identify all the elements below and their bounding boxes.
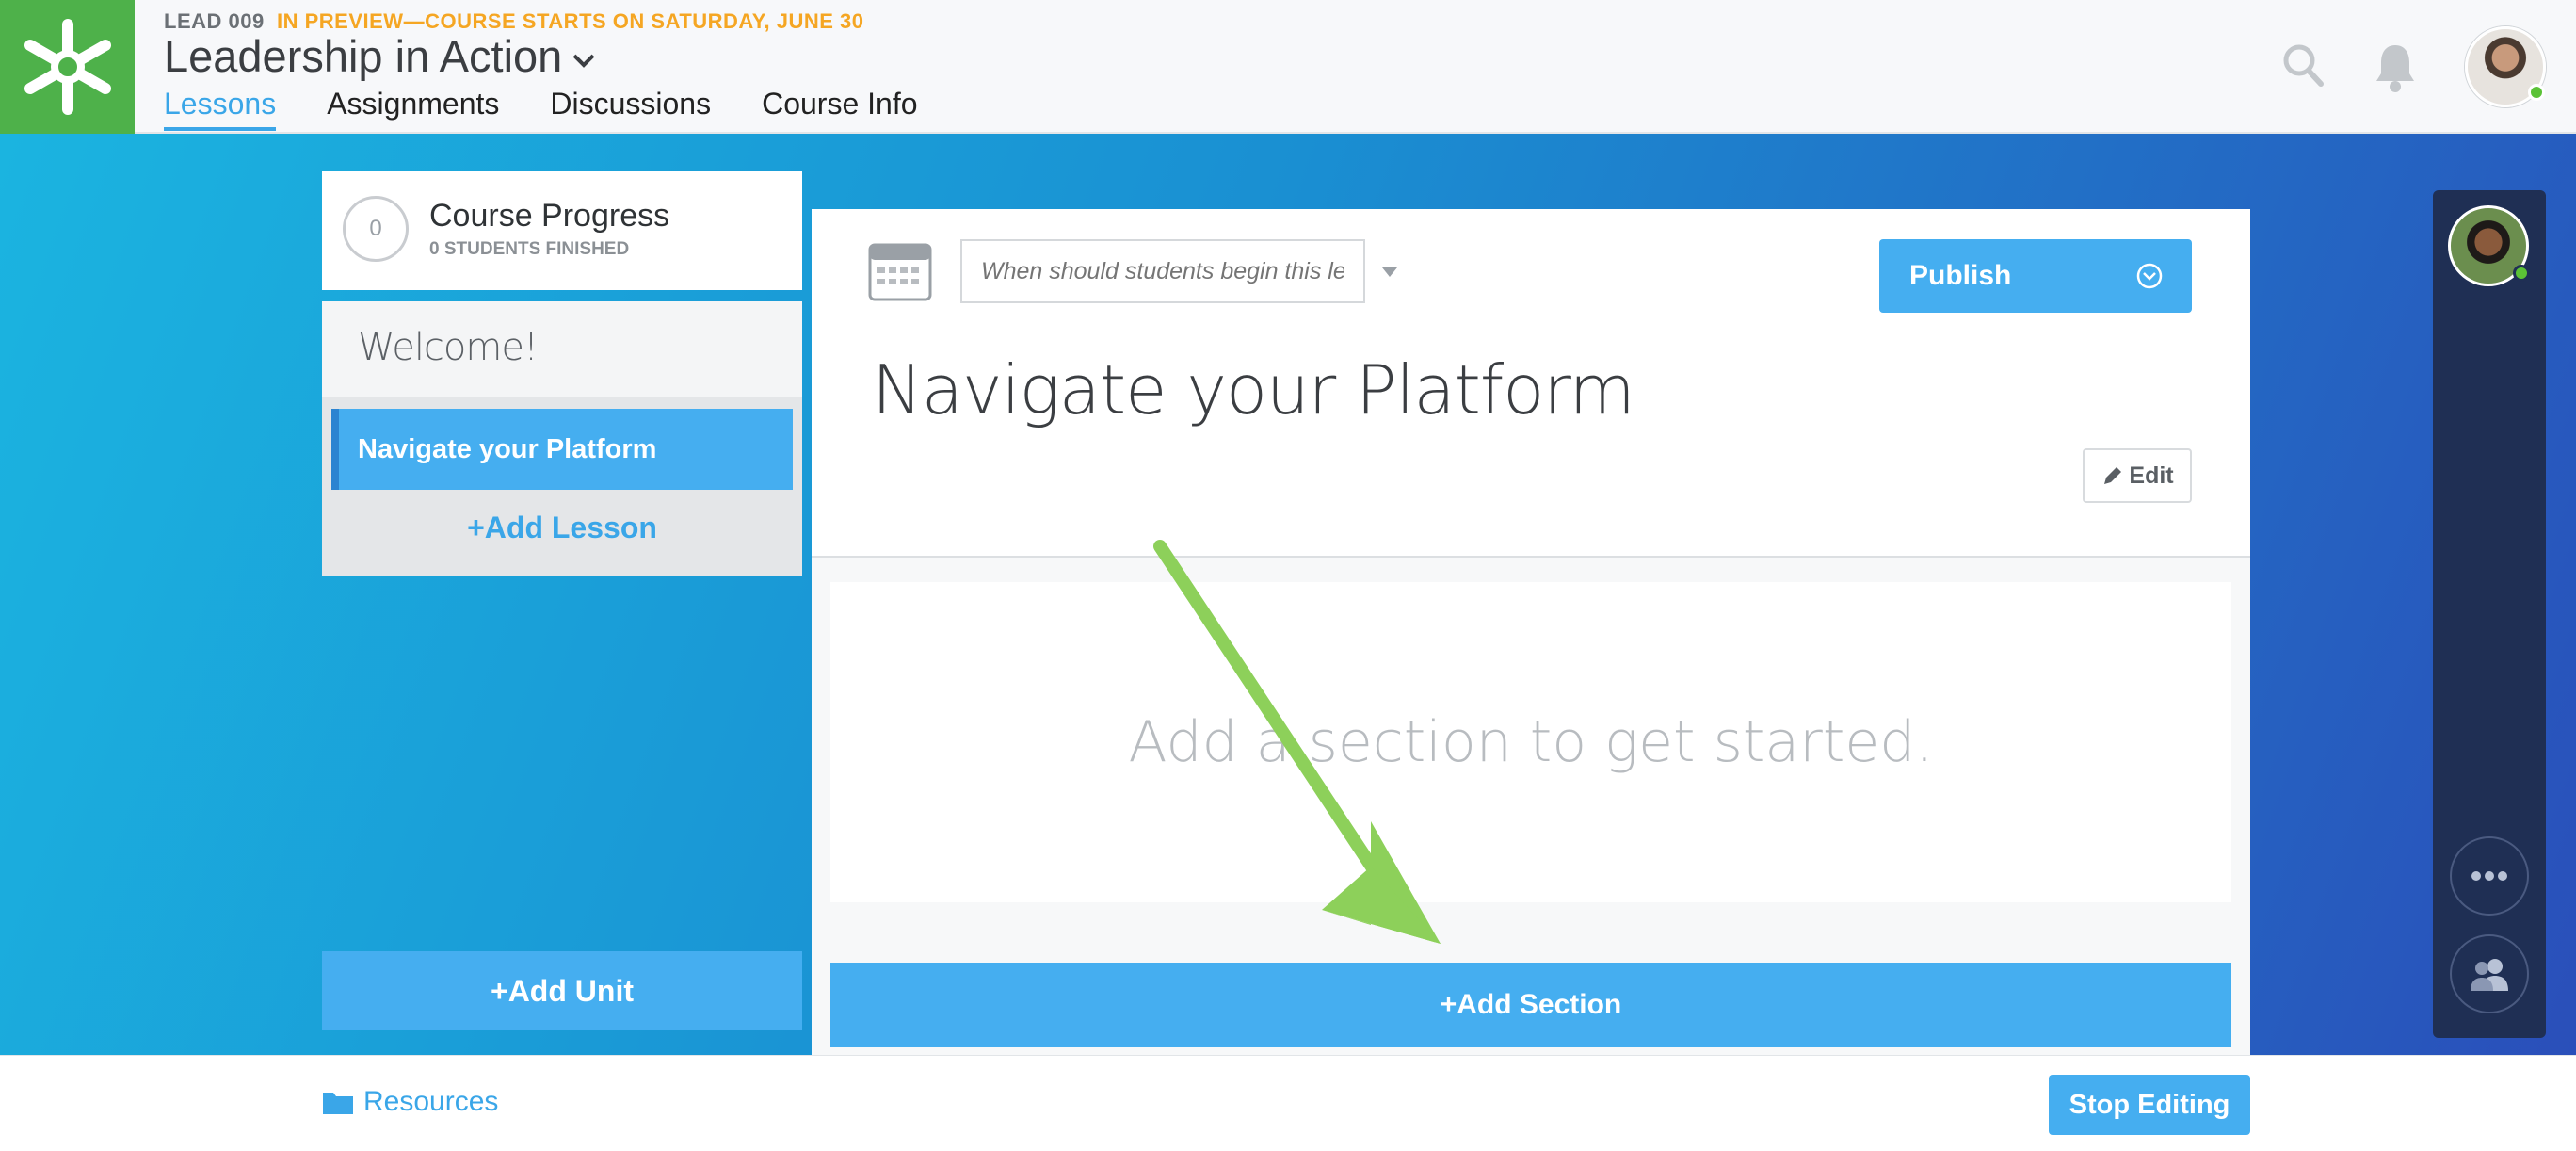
bell-icon[interactable] xyxy=(2373,41,2418,94)
calendar-icon[interactable] xyxy=(868,237,932,301)
course-title: Leadership in Action xyxy=(164,31,563,81)
publish-button[interactable]: Publish xyxy=(1879,239,2192,313)
lesson-item-navigate-platform[interactable]: Navigate your Platform xyxy=(331,409,793,490)
more-options-button[interactable] xyxy=(2450,836,2529,916)
asterisk-logo-icon xyxy=(24,19,111,115)
right-rail xyxy=(2433,190,2546,1038)
stop-editing-button[interactable]: Stop Editing xyxy=(2049,1075,2250,1135)
course-switcher[interactable]: Leadership in Action xyxy=(164,30,596,82)
folder-icon xyxy=(323,1093,353,1114)
progress-count: 0 xyxy=(343,196,409,262)
user-avatar[interactable] xyxy=(2465,26,2546,107)
main-stage: 0 Course Progress 0 STUDENTS FINISHED We… xyxy=(0,134,2576,1055)
publish-label: Publish xyxy=(1909,260,2012,291)
lesson-header: Publish Navigate your Platform Edit xyxy=(812,209,2250,558)
chevron-circle-down-icon xyxy=(2136,263,2163,289)
online-status-dot xyxy=(2513,265,2530,282)
add-unit-button[interactable]: +Add Unit xyxy=(322,951,802,1030)
brand-logo[interactable] xyxy=(0,0,135,134)
tab-lessons[interactable]: Lessons xyxy=(164,87,277,131)
collaborator-avatar[interactable] xyxy=(2448,205,2530,286)
add-section-button[interactable]: +Add Section xyxy=(830,963,2231,1047)
lesson-start-date-input[interactable] xyxy=(960,239,1365,303)
top-header: LEAD 009 IN PREVIEW—COURSE STARTS ON SAT… xyxy=(0,0,2576,134)
online-status-dot xyxy=(2528,84,2545,101)
date-dropdown-caret-icon[interactable] xyxy=(1382,267,1397,277)
course-tabs: Lessons Assignments Discussions Course I… xyxy=(164,87,969,131)
ellipsis-icon xyxy=(2471,871,2507,881)
edit-label: Edit xyxy=(2129,462,2174,489)
resources-link[interactable]: Resources xyxy=(322,1086,498,1118)
tab-discussions[interactable]: Discussions xyxy=(550,87,711,131)
members-button[interactable] xyxy=(2450,934,2529,1013)
add-lesson-button[interactable]: +Add Lesson xyxy=(322,511,802,545)
tab-course-info[interactable]: Course Info xyxy=(762,87,917,131)
chevron-down-icon xyxy=(572,54,595,68)
edit-button[interactable]: Edit xyxy=(2083,448,2192,503)
tab-assignments[interactable]: Assignments xyxy=(327,87,499,131)
footer-bar: Resources Stop Editing xyxy=(0,1055,2576,1151)
unit-card: Welcome! Navigate your Platform +Add Les… xyxy=(322,301,802,576)
empty-section-panel: Add a section to get started. xyxy=(830,582,2231,902)
course-progress-card[interactable]: 0 Course Progress 0 STUDENTS FINISHED xyxy=(322,171,802,290)
resources-label: Resources xyxy=(363,1086,499,1117)
lesson-editor: Publish Navigate your Platform Edit Add … xyxy=(812,209,2250,1055)
empty-state-message: Add a section to get started. xyxy=(1128,709,1934,775)
unit-title[interactable]: Welcome! xyxy=(322,301,802,397)
progress-subtitle: 0 STUDENTS FINISHED xyxy=(429,239,630,259)
pencil-icon xyxy=(2104,467,2122,484)
progress-title: Course Progress xyxy=(429,198,670,234)
lesson-title: Navigate your Platform xyxy=(872,350,1635,430)
search-icon[interactable] xyxy=(2280,41,2326,90)
people-icon xyxy=(2471,959,2508,991)
